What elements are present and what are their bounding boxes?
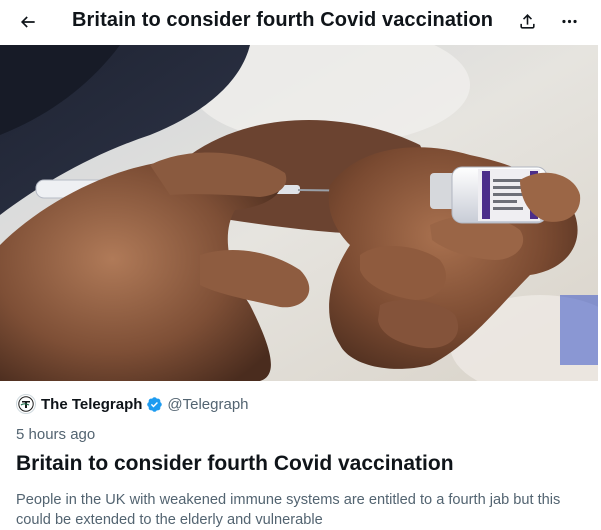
top-bar: Britain to consider fourth Covid vaccina… [0,0,601,45]
telegraph-logo-icon [16,394,36,414]
ellipsis-icon [561,19,577,23]
timestamp: 5 hours ago [16,426,96,443]
more-options-button[interactable] [554,6,584,36]
article-headline[interactable]: Britain to consider fourth Covid vaccina… [16,452,454,476]
article-card-details[interactable]: The Telegraph @Telegraph 5 hours ago Bri… [0,381,601,530]
source-row: The Telegraph @Telegraph [16,394,249,414]
source-handle[interactable]: @Telegraph [167,396,248,413]
share-button[interactable] [512,6,542,36]
page-title: Britain to consider fourth Covid vaccina… [72,9,494,31]
article-image[interactable] [0,45,598,381]
article-summary: People in the UK with weakened immune sy… [16,492,561,528]
share-icon [519,13,535,29]
arrow-left-icon [20,16,35,28]
hands-filling-syringe-from-vaccine-vial-icon [0,45,598,381]
source-name[interactable]: The Telegraph [41,396,142,413]
verified-badge-icon [147,396,163,412]
back-button[interactable] [13,7,43,37]
